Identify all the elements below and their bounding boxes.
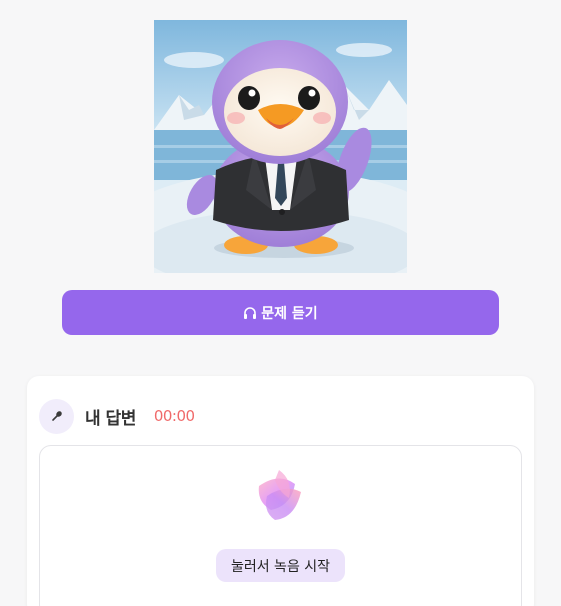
record-area: 눌러서 녹음 시작 [39,445,522,606]
recording-timer: 00:00 [153,407,195,425]
answer-card: 내 답변 00:00 눌러서 녹음 시작 [27,376,534,606]
page: 문제 듣기 내 답변 00:00 눌러서 녹음 시작 [0,0,561,606]
microphone-icon [39,398,74,434]
voice-orb-icon [249,466,311,528]
listen-question-button[interactable]: 문제 듣기 [62,290,499,335]
listen-question-label: 문제 듣기 [261,305,318,322]
headphone-icon [243,306,257,320]
answer-header: 내 답변 00:00 [39,398,195,434]
penguin-mascot-image [154,20,407,273]
answer-title: 내 답변 [85,408,136,429]
start-recording-button[interactable]: 눌러서 녹음 시작 [216,549,345,582]
